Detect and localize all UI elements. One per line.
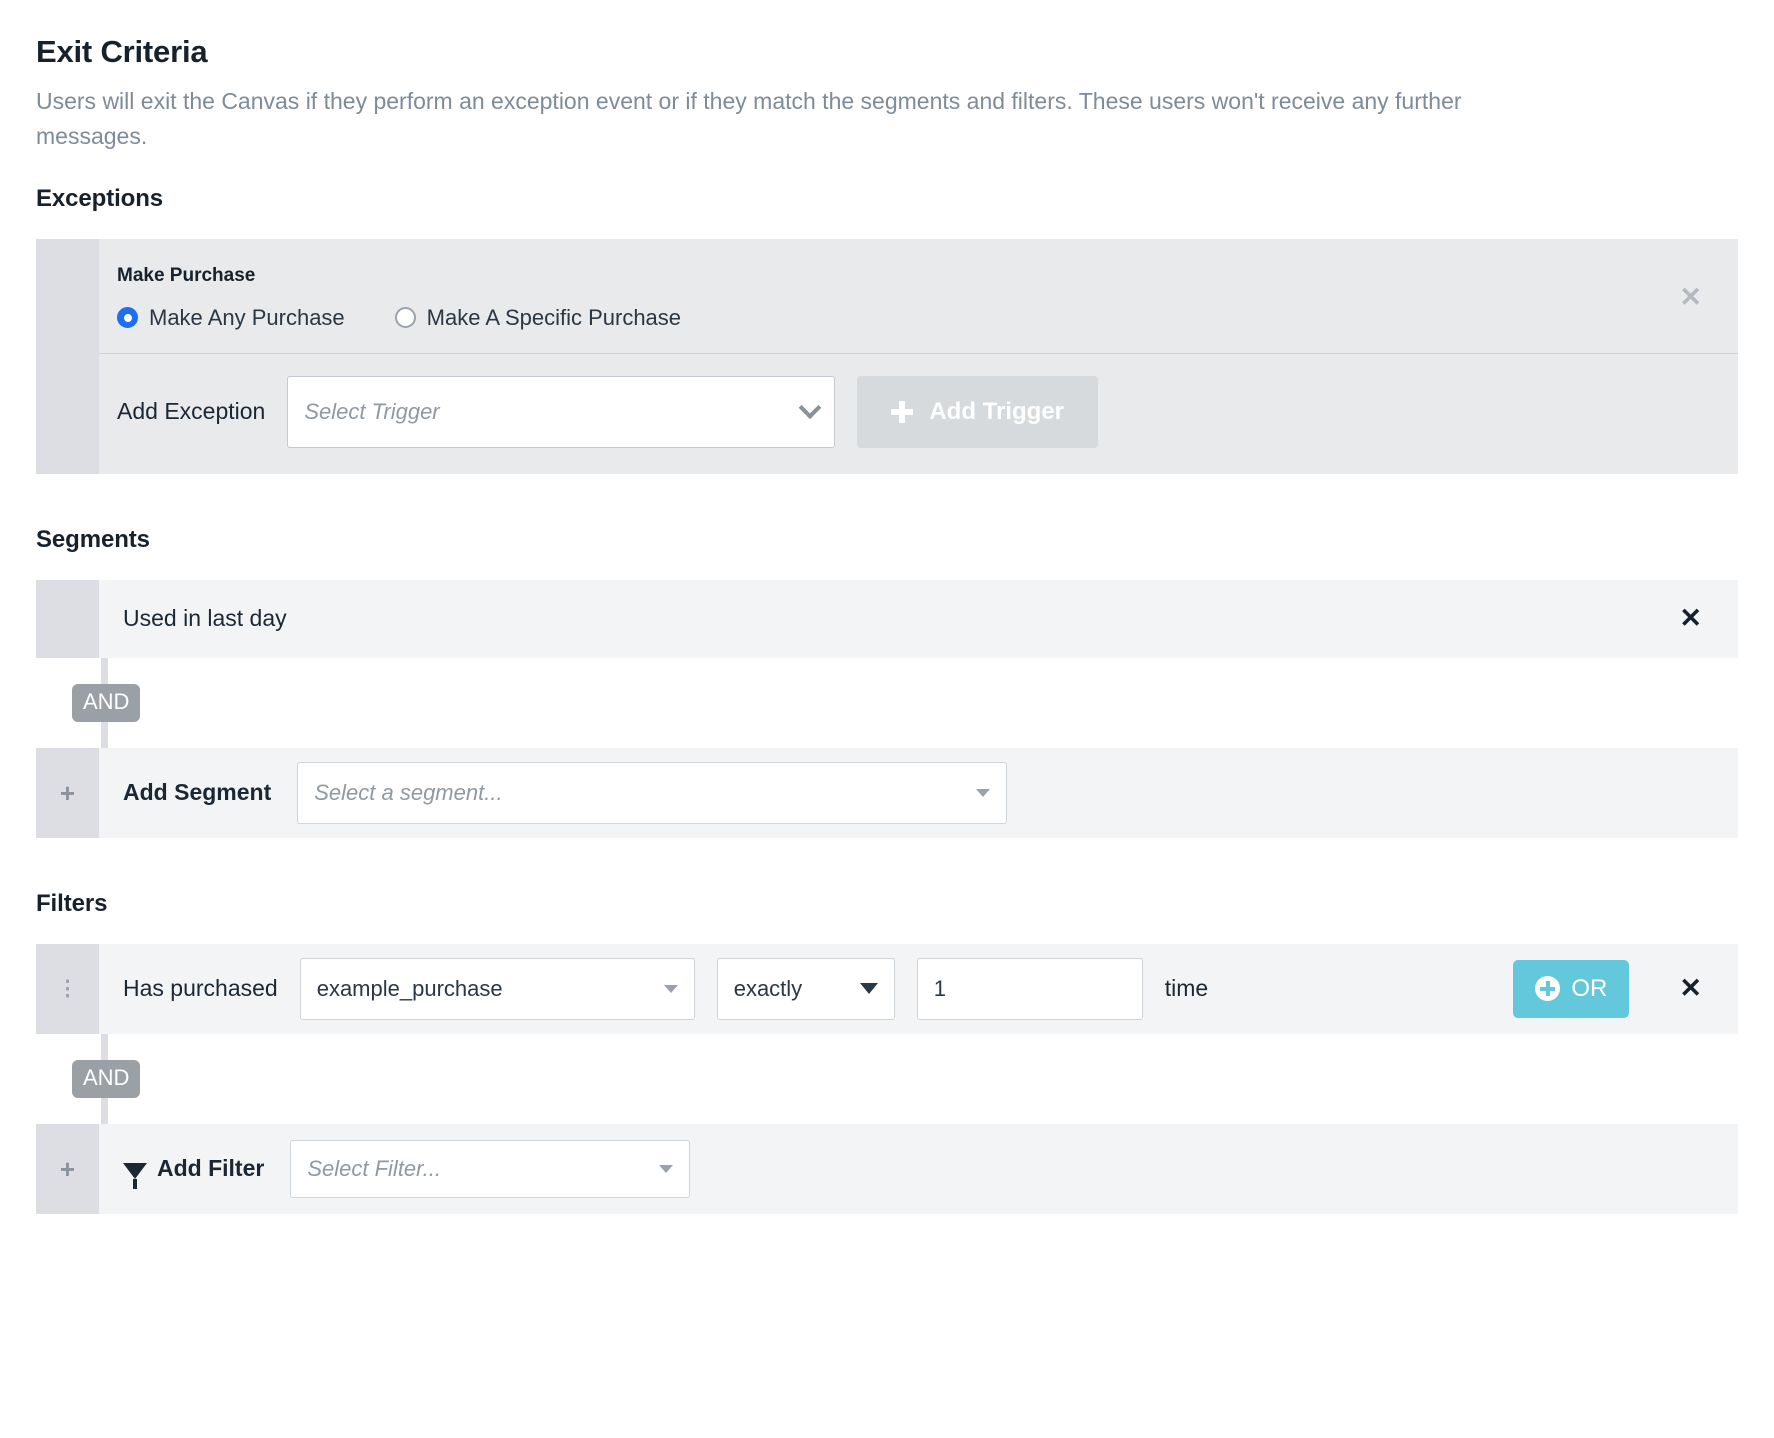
segment-select[interactable]: Select a segment... (297, 761, 1008, 824)
radio-specific-purchase-indicator[interactable] (394, 307, 416, 329)
add-trigger-label: Add Trigger (929, 397, 1064, 425)
exception-card-top: Make Purchase Make Any Purchase Make A S… (99, 239, 1738, 354)
exception-card: Make Purchase Make Any Purchase Make A S… (36, 238, 1738, 474)
filter-drag-handle[interactable]: ⋮ (36, 943, 99, 1034)
chevron-down-icon (976, 788, 991, 797)
chevron-down-icon (663, 984, 678, 993)
page-description: Users will exit the Canvas if they perfo… (36, 87, 1462, 150)
segment-select-placeholder: Select a segment... (314, 779, 503, 805)
add-trigger-button[interactable]: Add Trigger (857, 375, 1098, 448)
trigger-select-placeholder: Select Trigger (304, 398, 440, 424)
or-button[interactable]: OR (1513, 959, 1630, 1018)
add-segment-row: + Add Segment Select a segment... (36, 747, 1738, 838)
plus-icon (891, 400, 914, 423)
trigger-select[interactable]: Select Trigger (287, 375, 836, 448)
filter-select-placeholder: Select Filter... (307, 1155, 442, 1181)
radio-any-purchase-label: Make Any Purchase (149, 304, 345, 330)
add-filter-label: Add Filter (157, 1155, 265, 1182)
filter-count-input[interactable]: 1 (916, 957, 1143, 1020)
filters-connector: AND (36, 1033, 1738, 1124)
plus-icon: + (59, 777, 76, 808)
filter-row: ⋮ Has purchased example_purchase exactly… (36, 943, 1738, 1034)
and-badge[interactable]: AND (72, 683, 141, 722)
filter-unit-label: time (1164, 975, 1209, 1002)
add-filter-plus-handle[interactable]: + (36, 1123, 99, 1214)
plus-icon: + (59, 1153, 76, 1184)
or-button-label: OR (1571, 974, 1608, 1002)
radio-make-specific-purchase[interactable]: Make A Specific Purchase (394, 304, 682, 331)
exit-criteria-page: Exit Criteria Users will exit the Canvas… (0, 0, 1774, 1214)
remove-filter-icon[interactable]: ✕ (1673, 975, 1708, 1002)
chevron-down-icon (799, 396, 822, 419)
segments-connector: AND (36, 657, 1738, 748)
filter-label: Has purchased (123, 975, 278, 1002)
filters-section: Filters ⋮ Has purchased example_purchase… (36, 890, 1738, 1214)
radio-make-any-purchase[interactable]: Make Any Purchase (117, 305, 345, 331)
and-badge[interactable]: AND (72, 1059, 141, 1098)
exceptions-heading: Exceptions (36, 184, 164, 212)
filter-select[interactable]: Select Filter... (290, 1139, 691, 1198)
add-exception-label: Add Exception (117, 398, 266, 425)
exception-card-bottom: Add Exception Select Trigger Add Trigger (99, 354, 1738, 474)
exception-title: Make Purchase (117, 264, 256, 286)
remove-segment-icon[interactable]: ✕ (1673, 605, 1708, 632)
segment-drag-handle[interactable] (36, 579, 99, 658)
segments-section: Segments Used in last day ✕ AND + Add Se… (36, 526, 1738, 838)
exceptions-section: Exceptions Make Purchase Make Any Purcha… (36, 185, 1738, 474)
circle-plus-icon (1535, 976, 1561, 1002)
close-icon[interactable]: ✕ (1673, 284, 1708, 311)
add-segment-plus-handle[interactable]: + (36, 747, 99, 838)
exception-radio-group: Make Any Purchase Make A Specific Purcha… (117, 305, 681, 331)
segment-row: Used in last day ✕ (36, 579, 1738, 658)
add-segment-label: Add Segment (123, 779, 272, 806)
funnel-icon (123, 1162, 147, 1189)
chevron-down-icon (659, 1164, 674, 1173)
filter-operator-select[interactable]: exactly (716, 957, 895, 1020)
drag-dots-icon: ⋮ (57, 977, 78, 1001)
add-filter-row: + Add Filter Select Filter... (36, 1123, 1738, 1214)
radio-specific-purchase-label: Make A Specific Purchase (426, 304, 682, 330)
segment-name: Used in last day (123, 605, 287, 632)
filter-event-value: example_purchase (316, 975, 503, 1001)
filter-operator-value: exactly (733, 975, 803, 1001)
radio-any-purchase-indicator[interactable] (117, 307, 138, 329)
segments-heading: Segments (36, 525, 150, 553)
filters-heading: Filters (36, 889, 108, 917)
exception-handle[interactable] (36, 238, 99, 474)
add-filter-label-wrap: Add Filter (123, 1155, 265, 1189)
chevron-down-icon (859, 983, 878, 995)
filter-event-select[interactable]: example_purchase (299, 957, 695, 1020)
page-title: Exit Criteria (36, 34, 208, 69)
